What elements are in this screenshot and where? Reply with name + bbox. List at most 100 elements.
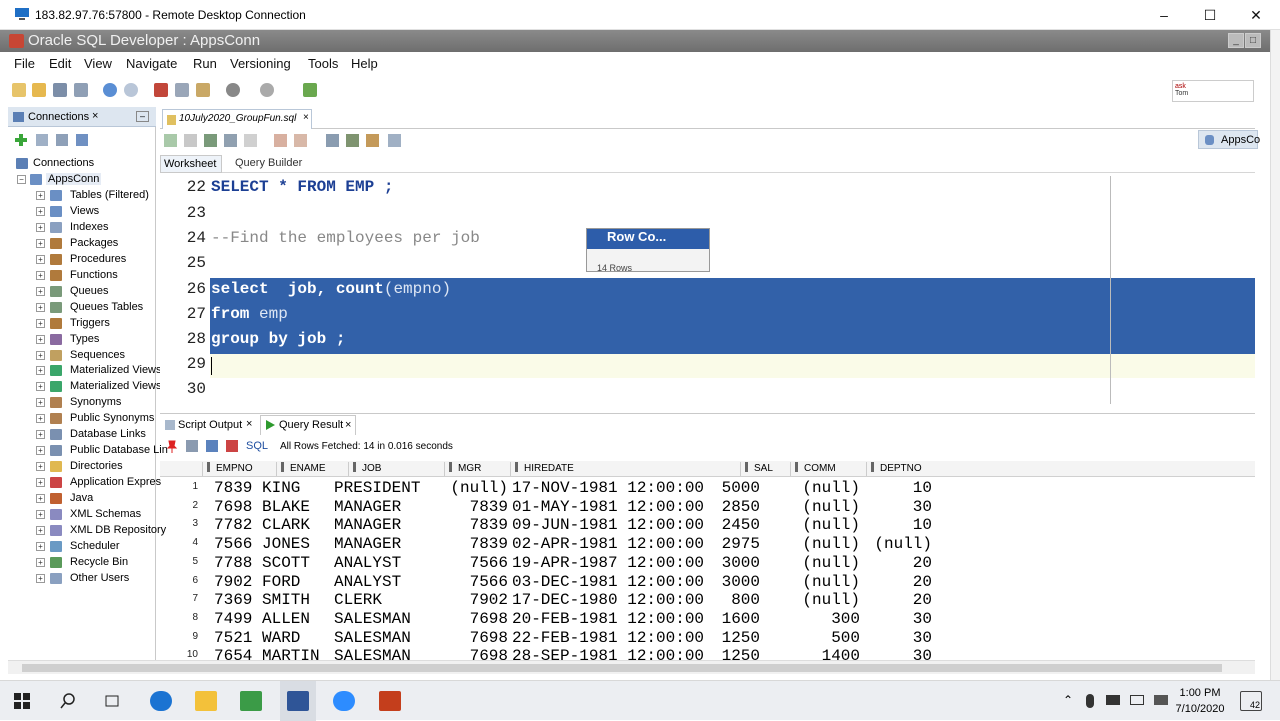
copy-icon[interactable]	[175, 83, 189, 97]
tab-worksheet[interactable]: Worksheet	[160, 155, 222, 173]
history-icon[interactable]	[388, 134, 401, 147]
file-tab-close-icon[interactable]: ×	[303, 112, 309, 123]
connections-close-icon[interactable]: ×	[92, 110, 98, 122]
tree-root-connections[interactable]: Connections	[8, 156, 156, 172]
task-view-icon[interactable]	[104, 693, 120, 709]
tree-item[interactable]: + Synonyms	[8, 395, 156, 411]
column-drag-handle-icon[interactable]	[745, 462, 748, 472]
row-count-popup[interactable]: Row Co... 14 Rows	[586, 228, 710, 273]
notification-center-icon[interactable]: 42	[1240, 691, 1262, 711]
expand-icon[interactable]: +	[36, 334, 45, 344]
windows-start-icon[interactable]	[14, 693, 30, 709]
table-row[interactable]: 7 7369 SMITH CLERK 7902 17-DEC-1980 12:00:00 8…	[160, 591, 1255, 610]
tree-item[interactable]: + XML Schemas	[8, 507, 156, 523]
cancel-query-icon[interactable]	[226, 440, 238, 452]
tree-item[interactable]: + Materialized Views	[8, 363, 162, 379]
tree-item[interactable]: + Database Links	[8, 427, 156, 443]
redo-icon[interactable]	[124, 83, 138, 97]
connection-selector[interactable]: AppsCo	[1198, 130, 1260, 149]
expand-icon[interactable]: +	[36, 478, 45, 488]
column-header[interactable]: JOB	[348, 462, 444, 476]
tree-item[interactable]: + Sequences	[8, 348, 156, 364]
collapse-icon[interactable]: −	[17, 175, 26, 184]
menu-navigate[interactable]: Navigate	[126, 56, 177, 71]
expand-icon[interactable]: +	[36, 286, 45, 296]
table-row[interactable]: 3 7782 CLARK MANAGER 7839 09-JUN-1981 12:00:0…	[160, 516, 1255, 535]
open-folder-icon[interactable]	[32, 83, 46, 97]
tree-item[interactable]: + Scheduler	[8, 539, 156, 555]
filter-icon[interactable]	[56, 134, 68, 146]
column-header[interactable]: EMPNO	[202, 462, 276, 476]
table-row[interactable]: 8 7499 ALLEN SALESMAN 7698 20-FEB-1981 12:00:…	[160, 610, 1255, 629]
column-header[interactable]: DEPTNO	[866, 462, 936, 476]
cut-icon[interactable]	[154, 83, 168, 97]
show-hidden-icons[interactable]: ⌃	[1063, 693, 1073, 707]
remote-desktop-taskbar-button[interactable]	[280, 681, 316, 721]
cloud-icon[interactable]	[1106, 695, 1120, 705]
tree-item[interactable]: + Triggers	[8, 316, 156, 332]
menu-versioning[interactable]: Versioning	[230, 56, 291, 71]
run-options-icon[interactable]	[303, 83, 317, 97]
menu-view[interactable]: View	[84, 56, 112, 71]
column-drag-handle-icon[interactable]	[449, 462, 452, 472]
column-header[interactable]: HIREDATE	[510, 462, 740, 476]
tree-item[interactable]: + Directories	[8, 459, 156, 475]
tree-item[interactable]: + Indexes	[8, 220, 156, 236]
column-header[interactable]: COMM	[790, 462, 866, 476]
tab-query-result[interactable]: Query Result ×	[260, 415, 356, 435]
powerpoint-icon[interactable]	[379, 691, 401, 711]
explain-plan-icon[interactable]	[244, 134, 257, 147]
expand-icon[interactable]: +	[36, 541, 45, 551]
menu-edit[interactable]: Edit	[49, 56, 71, 71]
expand-icon[interactable]: +	[36, 270, 45, 280]
minimize-icon[interactable]: –	[1141, 0, 1187, 30]
column-header[interactable]: ENAME	[276, 462, 348, 476]
table-row[interactable]: 2 7698 BLAKE MANAGER 7839 01-MAY-1981 12:00:0…	[160, 498, 1255, 517]
expand-icon[interactable]: +	[36, 366, 45, 376]
commit-icon[interactable]	[204, 134, 217, 147]
refresh-results-icon[interactable]	[206, 440, 218, 452]
expand-icon[interactable]: +	[36, 382, 45, 392]
save-all-icon[interactable]	[74, 83, 88, 97]
expand-icon[interactable]: +	[36, 254, 45, 264]
table-row[interactable]: 10 7654 MARTIN SALESMAN 7698 28-SEP-1981 12:0…	[160, 647, 1255, 660]
panel-minimize-icon[interactable]: –	[136, 111, 149, 122]
ask-tom-search[interactable]: ask Tom	[1172, 80, 1254, 102]
run-statement-icon[interactable]	[164, 134, 177, 147]
table-row[interactable]: 9 7521 WARD SALESMAN 7698 22-FEB-1981 12:00:0…	[160, 629, 1255, 648]
horizontal-scrollbar[interactable]	[8, 660, 1255, 674]
refresh-icon[interactable]	[36, 134, 48, 146]
expand-icon[interactable]: +	[36, 430, 45, 440]
expand-icon[interactable]: +	[36, 446, 45, 456]
expand-icon[interactable]: +	[36, 525, 45, 535]
tree-item[interactable]: + Views	[8, 204, 156, 220]
app-minimize-icon[interactable]: _	[1228, 33, 1244, 48]
tree-item[interactable]: + Tables (Filtered)	[8, 188, 156, 204]
expand-icon[interactable]: +	[36, 414, 45, 424]
format-icon[interactable]	[346, 134, 359, 147]
expand-icon[interactable]: +	[36, 557, 45, 567]
edit-pencil-icon[interactable]	[366, 134, 379, 147]
menu-run[interactable]: Run	[193, 56, 217, 71]
table-row[interactable]: 4 7566 JONES MANAGER 7839 02-APR-1981 12:00:0…	[160, 535, 1255, 554]
column-drag-handle-icon[interactable]	[281, 462, 284, 472]
app-restore-icon[interactable]: □	[1245, 33, 1261, 48]
clear-icon[interactable]	[326, 134, 339, 147]
result-grid-body[interactable]: 1 7839 KING PRESIDENT (null) 17-NOV-1981 12:0…	[160, 479, 1255, 660]
expand-icon[interactable]: +	[36, 510, 45, 519]
expand-icon[interactable]: +	[36, 494, 45, 504]
tree-item[interactable]: + Materialized Views	[8, 379, 162, 395]
add-connection-icon[interactable]	[14, 133, 28, 147]
script-output-close-icon[interactable]: ×	[246, 418, 252, 430]
horizontal-scroll-thumb[interactable]	[22, 664, 1222, 672]
tree-item[interactable]: + Java	[8, 491, 156, 507]
tree-item[interactable]: + XML DB Repository	[8, 523, 166, 539]
expand-icon[interactable]: +	[36, 238, 45, 248]
undo-icon[interactable]	[103, 83, 117, 97]
tree-item[interactable]: + Application Expres	[8, 475, 161, 491]
tree-item[interactable]: + Queues	[8, 284, 156, 300]
tree-item[interactable]: + Types	[8, 332, 156, 348]
expand-icon[interactable]: +	[36, 222, 45, 232]
file-explorer-icon[interactable]	[195, 691, 217, 711]
microphone-icon[interactable]	[1086, 694, 1094, 708]
